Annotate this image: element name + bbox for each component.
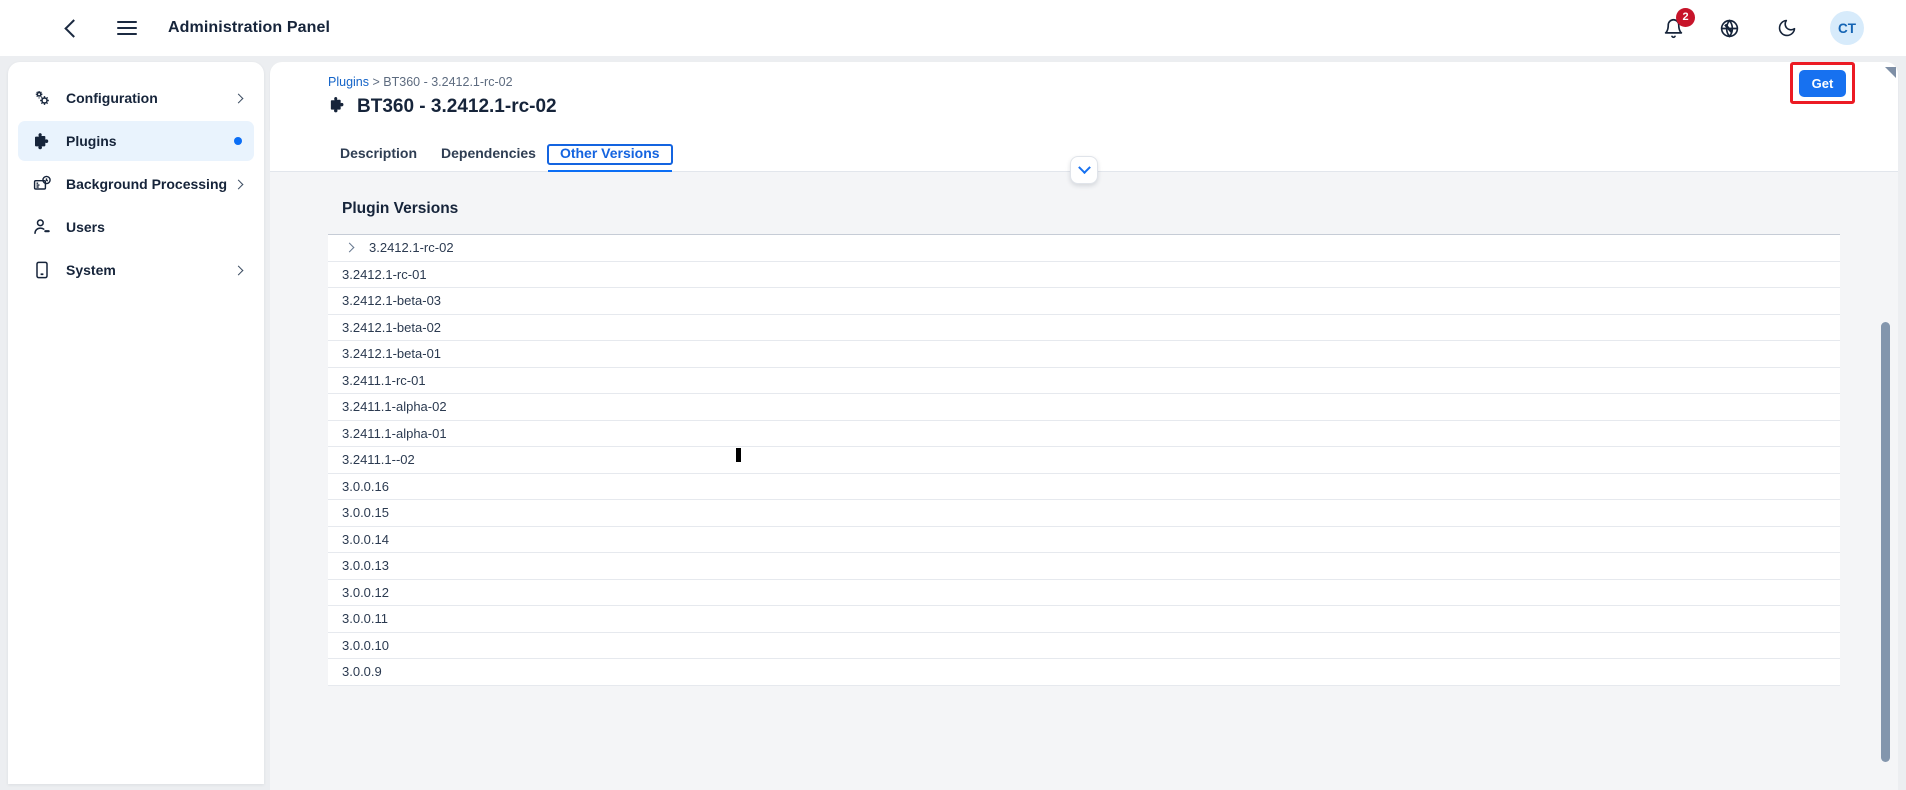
- table-row[interactable]: 3.0.0.13: [328, 553, 1840, 580]
- table-row[interactable]: 3.2412.1-beta-03: [328, 288, 1840, 315]
- table-row[interactable]: 3.2412.1-rc-02: [328, 235, 1840, 262]
- top-bar-right: 2 CT: [1660, 8, 1906, 45]
- top-bar-left: Administration Panel: [0, 13, 330, 43]
- gears-icon: [32, 87, 56, 109]
- version-label: 3.2412.1-beta-02: [342, 319, 442, 335]
- sidebar-item-users[interactable]: Users: [18, 207, 254, 247]
- page-panel: Plugins > BT360 - 3.2412.1-rc-02 BT360 -…: [270, 62, 1898, 790]
- chevron-down-icon: [1077, 160, 1091, 174]
- table-row[interactable]: 3.0.0.10: [328, 632, 1840, 659]
- version-label: 3.0.0.16: [342, 478, 389, 494]
- scrollbar-thumb[interactable]: [1881, 322, 1890, 762]
- sidebar-item-label: Background Processing: [66, 176, 228, 192]
- sidebar-item-plugins[interactable]: Plugins: [18, 121, 254, 161]
- version-label: 3.2411.1-alpha-02: [342, 399, 447, 415]
- text-caret: [736, 448, 741, 462]
- table-row[interactable]: 3.2412.1-rc-01: [328, 261, 1840, 288]
- language-button[interactable]: [1714, 13, 1744, 43]
- sidebar-item-label: Users: [66, 219, 105, 235]
- version-label: 3.0.0.15: [342, 505, 389, 521]
- tab-bar: Description Dependencies Other Versions: [270, 130, 1898, 184]
- breadcrumb-current: BT360 - 3.2412.1-rc-02: [383, 75, 513, 89]
- table-row[interactable]: 3.0.0.11: [328, 606, 1840, 633]
- breadcrumb-separator: >: [372, 75, 380, 89]
- page-title: Administration Panel: [168, 19, 331, 36]
- version-label: 3.0.0.12: [342, 584, 389, 600]
- version-label: 3.0.0.10: [342, 637, 389, 653]
- version-label: 3.2411.1--02: [342, 452, 415, 468]
- back-button[interactable]: [56, 13, 86, 43]
- notifications-button[interactable]: 2: [1660, 8, 1695, 42]
- sidebar-item-label: Configuration: [66, 90, 158, 106]
- table-row[interactable]: 3.2412.1-beta-01: [328, 341, 1840, 368]
- table-row[interactable]: 3.2411.1-alpha-01: [328, 420, 1840, 447]
- theme-toggle-button[interactable]: [1772, 13, 1802, 43]
- table-row[interactable]: 3.2412.1-beta-02: [328, 314, 1840, 341]
- sidebar-item-system[interactable]: System: [18, 250, 254, 290]
- content-scrollbar[interactable]: [1881, 322, 1890, 782]
- table-row[interactable]: 3.0.0.16: [328, 473, 1840, 500]
- table-row[interactable]: 3.2411.1-alpha-02: [328, 394, 1840, 421]
- avatar[interactable]: CT: [1830, 11, 1864, 45]
- sidebar: Configuration Plugins Background Process…: [8, 62, 264, 784]
- chevron-right-icon: [233, 265, 244, 275]
- puzzle-piece-icon: [328, 95, 347, 119]
- chevron-left-icon: [63, 18, 83, 38]
- moon-icon: [1778, 19, 1796, 37]
- queue-clock-icon: [32, 173, 56, 195]
- table-row[interactable]: 3.0.0.14: [328, 526, 1840, 553]
- version-label: 3.2412.1-rc-02: [369, 240, 454, 256]
- chevron-right-icon[interactable]: [344, 242, 355, 253]
- menu-toggle-button[interactable]: [112, 13, 142, 43]
- version-label: 3.2412.1-beta-03: [342, 293, 442, 309]
- puzzle-piece-icon: [32, 130, 56, 152]
- content-area: Plugin Versions 3.2412.1-rc-02 3.2412.1-…: [270, 172, 1898, 790]
- notification-badge: 2: [1676, 8, 1695, 27]
- status-dot-icon: [234, 137, 242, 145]
- version-label: 3.0.0.14: [342, 531, 389, 547]
- device-icon: [32, 259, 56, 281]
- sidebar-item-label: System: [66, 262, 116, 278]
- table-row[interactable]: 3.2411.1--02: [328, 447, 1840, 474]
- breadcrumb: Plugins > BT360 - 3.2412.1-rc-02: [328, 75, 1898, 89]
- sidebar-item-background-processing[interactable]: Background Processing: [18, 164, 254, 204]
- plugin-versions-list: 3.2412.1-rc-02 3.2412.1-rc-01 3.2412.1-b…: [328, 234, 1840, 686]
- get-button[interactable]: Get: [1798, 69, 1847, 97]
- table-row[interactable]: 3.0.0.15: [328, 500, 1840, 527]
- collapse-header-button[interactable]: [1070, 156, 1098, 184]
- plugin-title: BT360 - 3.2412.1-rc-02: [357, 96, 557, 117]
- sidebar-item-label: Plugins: [66, 133, 117, 149]
- version-label: 3.2412.1-rc-01: [342, 266, 427, 282]
- cursor-pointer-icon: [1885, 67, 1896, 78]
- app-root: Administration Panel 2 CT Configuration …: [0, 0, 1906, 790]
- hamburger-menu-icon: [117, 20, 137, 36]
- version-label: 3.0.0.9: [342, 664, 382, 680]
- version-label: 3.0.0.13: [342, 558, 389, 574]
- tab-other-versions[interactable]: Other Versions: [546, 144, 673, 173]
- chevron-right-icon: [233, 93, 244, 103]
- sidebar-item-configuration[interactable]: Configuration: [18, 78, 254, 118]
- table-row[interactable]: 3.0.0.9: [328, 659, 1840, 686]
- version-label: 3.2412.1-beta-01: [342, 346, 442, 362]
- table-row[interactable]: 3.2411.1-rc-01: [328, 367, 1840, 394]
- table-row[interactable]: 3.0.0.12: [328, 579, 1840, 606]
- tab-dependencies[interactable]: Dependencies: [429, 145, 548, 171]
- page-title-row: BT360 - 3.2412.1-rc-02: [328, 95, 1898, 119]
- tab-description[interactable]: Description: [328, 145, 429, 171]
- page-header: Plugins > BT360 - 3.2412.1-rc-02 BT360 -…: [270, 62, 1898, 130]
- breadcrumb-link-plugins[interactable]: Plugins: [328, 75, 369, 89]
- get-button-highlight: Get: [1790, 62, 1855, 104]
- version-label: 3.0.0.11: [342, 611, 389, 627]
- chevron-right-icon: [233, 179, 244, 189]
- version-label: 3.2411.1-alpha-01: [342, 425, 447, 441]
- globe-icon: [1720, 18, 1738, 38]
- top-bar: Administration Panel 2 CT: [0, 0, 1906, 56]
- version-label: 3.2411.1-rc-01: [342, 372, 426, 388]
- user-icon: [32, 216, 56, 238]
